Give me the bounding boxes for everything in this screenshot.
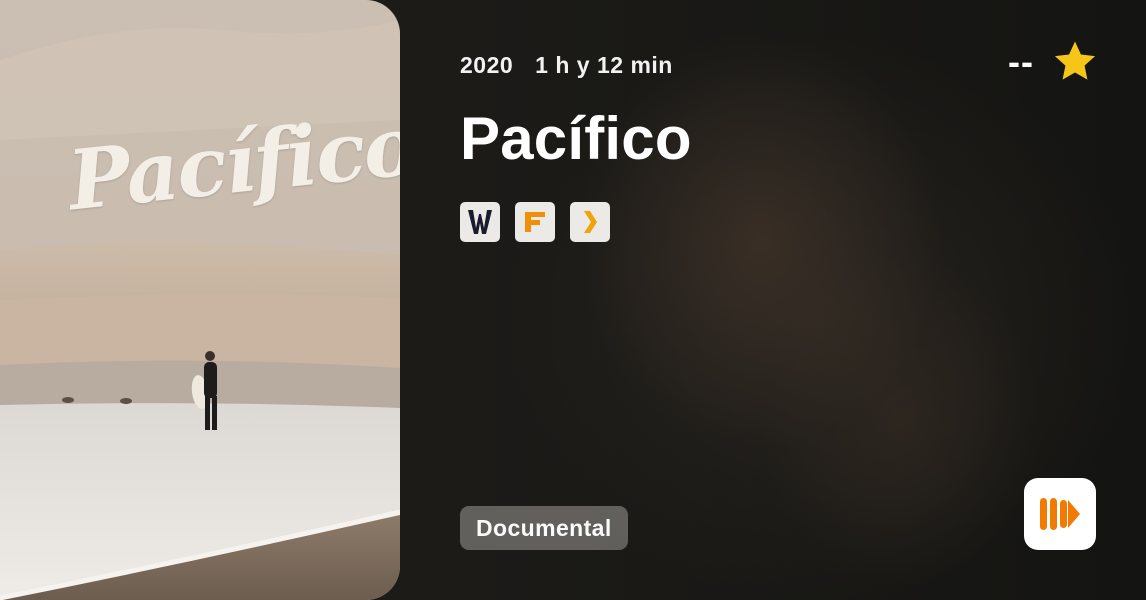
movie-meta: 2020 1 h y 12 min [460, 52, 673, 79]
provider-arrow-icon[interactable] [570, 202, 610, 242]
release-year: 2020 [460, 52, 514, 78]
app-logo-icon[interactable] [1024, 478, 1096, 550]
rating-value: -- [1008, 41, 1034, 82]
movie-card: Pacífico 2020 1 h y 12 min Pacífico -- D… [0, 0, 1146, 600]
genre-chip[interactable]: Documental [460, 506, 628, 550]
provider-w-icon[interactable] [460, 202, 500, 242]
genre-label: Documental [476, 514, 612, 541]
movie-poster[interactable]: Pacífico [0, 0, 400, 600]
star-icon [1054, 41, 1096, 80]
streaming-providers [460, 202, 610, 242]
movie-title[interactable]: Pacífico [460, 104, 692, 173]
provider-f-icon[interactable] [515, 202, 555, 242]
poster-image [0, 0, 400, 600]
duration: 1 h y 12 min [535, 52, 673, 78]
rating: -- [1008, 40, 1098, 84]
